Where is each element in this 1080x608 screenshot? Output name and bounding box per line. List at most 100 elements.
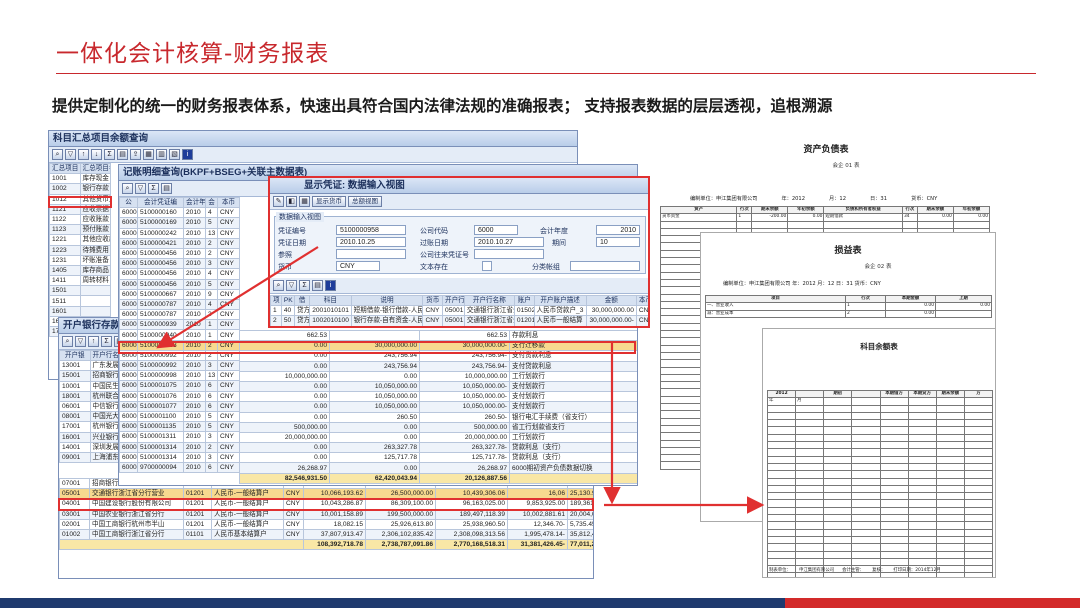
info-icon[interactable]: i [182,149,193,160]
table-row[interactable]: 16001 兴业银行 [59,431,121,443]
overview-button[interactable]: 总额视图 [348,196,382,207]
table-row[interactable]: 10,000,000.00 0.00 10,000,000.00 工行划款行 [239,370,637,382]
year-field[interactable]: 2010 [596,225,640,235]
table-row[interactable]: 20,000,000.00 0.00 20,000,000.00 工行划款行 [239,431,637,444]
table-row[interactable]: 减：营业成本 2 0.00 [705,309,992,318]
table-row[interactable]: 0.00 260.50 260.50- 银行电汇手续费（省支行） [239,411,637,423]
text-exist-checkbox[interactable] [482,261,492,271]
table-row[interactable]: 6000 5100001076 2010 6 CNY [119,390,240,402]
layout-icon[interactable]: ▦ [143,149,154,160]
table-row[interactable]: 09001 上海浦东 [59,451,121,464]
find-icon[interactable]: ⌕ [52,149,63,160]
table-row[interactable]: 6000 5100000421 2010 2 CNY [119,237,240,249]
print-icon[interactable]: ▤ [117,149,128,160]
column-header[interactable]: 会计凭证编 [137,196,184,209]
info-icon[interactable]: i [325,280,336,291]
table-row[interactable]: 一、营业收入 1 0.00 0.00 [705,302,992,311]
column-header[interactable]: 本币 [635,294,648,307]
doc-date-field[interactable]: 2010.10.25 [336,237,406,247]
sum-icon[interactable]: Σ [104,149,115,160]
table-row[interactable]: 6000 5100001135 2010 5 CNY [119,421,240,433]
table-row[interactable]: 6000 5100000242 2010 13 CNY [119,227,240,239]
table-row[interactable]: 0.00 125,717.78 125,717.78- 贷款利息（支行） [239,452,637,464]
table-row[interactable]: 6000 5100000667 2010 9 CNY [119,288,240,300]
table-row[interactable]: 1601 [49,305,111,317]
sum-icon[interactable]: Σ [148,183,159,194]
table-row[interactable]: 18001 杭州联合 [59,390,121,402]
table-row[interactable]: 02001 中国工商银行杭州市半山 01201 人民币-一般结算户 CNY 18,082.… [59,518,593,530]
filter-icon[interactable]: ▽ [286,280,297,291]
column-header[interactable]: 说明 [350,294,424,307]
find-icon[interactable]: ⌕ [62,336,73,347]
table-row[interactable]: 14001 深圳发展 [59,441,121,453]
table-row[interactable]: 05001 交通银行浙江省分行营业 01201 人民币-一般结算户 CNY 10,066,… [59,488,593,500]
reference-field[interactable] [336,249,406,259]
table-row[interactable]: 6000 5100000456 2010 3 CNY [119,258,240,270]
table-row[interactable]: 1405 库存商品 [49,264,111,277]
table-row[interactable]: 6000 5100001077 2010 6 CNY [119,400,240,412]
filter-icon[interactable]: ▽ [135,183,146,194]
currency-field[interactable]: CNY [336,261,380,271]
table-row[interactable]: 13001 广东发展 [59,360,121,372]
table-row[interactable]: 1231 坏账准备 [49,254,111,266]
table-row[interactable]: 6000 9700000094 2010 6 CNY [119,461,240,474]
column-header[interactable]: 本币 [217,196,240,209]
table-row[interactable]: 6000 5100000787 2010 4 CNY [119,298,240,311]
bs-cell[interactable]: 货币资金 [659,213,738,222]
column-header[interactable]: 汇总项目名 [79,162,111,175]
sort-asc-icon[interactable]: ↑ [78,149,89,160]
table-row[interactable]: 1001 库存现金 [49,173,111,185]
find-icon[interactable]: ⌕ [273,280,284,291]
export-icon[interactable]: ⇪ [130,149,141,160]
edit-icon[interactable]: ✎ [273,196,284,207]
table-row[interactable]: 6000 5100000169 2010 5 CNY [119,217,240,229]
table-row[interactable]: 6000 5100001314 2010 3 CNY [119,451,240,463]
table-row[interactable]: 0.00 30,000,000.00 30,000,000.00- 支行迁移款 [239,340,637,352]
table-row[interactable]: 662.53 662.53 存款利息 [239,329,637,342]
column-header[interactable]: 会 [205,196,218,209]
table-row[interactable]: 01002 中国工商银行浙江省分行 01101 人民币基本结算户 CNY 37,807,9… [59,528,593,541]
table-row[interactable]: 0.00 10,050,000.00 10,050,000.00- 支付划款行 [239,380,637,393]
table-row[interactable]: 06001 中信银行 [59,400,121,413]
table-row[interactable]: 6000 5100000160 2010 4 CNY [119,207,240,219]
column-header[interactable]: 项 [270,294,282,307]
column-header[interactable]: 科目 [309,294,352,307]
table-row[interactable]: 6000 5100000456 2010 4 CNY [119,268,240,280]
find-icon[interactable]: ⌕ [122,183,133,194]
column-header[interactable]: 汇总项目 [49,162,81,175]
column-header[interactable]: PK [280,294,295,307]
table-row[interactable]: 1411 周转材料 [49,275,111,287]
sum-icon[interactable]: Σ [299,280,310,291]
column-header[interactable]: 公 [119,196,138,209]
table-row[interactable]: 6000 5100000456 2010 5 CNY [119,278,240,290]
table-row[interactable]: 6000 5100001311 2010 3 CNY [119,431,240,443]
table-row[interactable]: 0.00 10,050,000.00 10,050,000.00- 支付划款行 [239,401,637,413]
table-row[interactable]: 1221其他应收款 [49,234,111,246]
doc-no-field[interactable]: 5100000958 [336,225,406,235]
cross-company-field[interactable] [474,249,544,259]
table-row[interactable]: 1122 应收账款 [49,213,111,226]
display-icon[interactable]: ◧ [286,196,297,207]
table-row[interactable]: 1002 银行存款 [49,183,111,195]
table-row[interactable]: 1501 [49,285,111,297]
column-header[interactable]: 开户行 [442,294,465,307]
column-header[interactable]: 开户行名 [89,349,121,362]
table-row[interactable]: 1223 待摊费用 [49,244,111,256]
ledger-group-field[interactable] [570,261,640,271]
posting-date-field[interactable]: 2010.10.27 [474,237,544,247]
grid-icon[interactable]: ▦ [299,196,310,207]
table-row[interactable]: 年月 [766,397,994,406]
table-row[interactable]: 0.00 263,327.78 263,327.78- 贷款利息（支行） [239,442,637,454]
print-icon[interactable]: ▤ [161,183,172,194]
bs-cell[interactable]: -200.00 [751,213,789,222]
print-icon[interactable]: ▤ [312,280,323,291]
table-row[interactable]: 0.00 243,756.94 243,756.94- 支付贷款利息 [239,350,637,362]
table-row[interactable]: 6000 5100000787 2010 3 CNY [119,309,240,321]
table-row[interactable]: 0.00 10,050,000.00 10,050,000.00- 支付划款行 [239,391,637,403]
table-row[interactable]: 6000 5100000456 2010 2 CNY [119,247,240,260]
sum-icon[interactable]: Σ [101,336,112,347]
table-row[interactable]: 6000 5100001100 2010 5 CNY [119,410,240,423]
table-row[interactable]: 6000 5100000998 2010 13 CNY [119,370,240,382]
table-row[interactable]: 04001 中国建设银行股份有限公司 01201 人民币-一般结算户 CNY 10,043… [59,498,593,510]
company-field[interactable]: 6000 [474,225,518,235]
